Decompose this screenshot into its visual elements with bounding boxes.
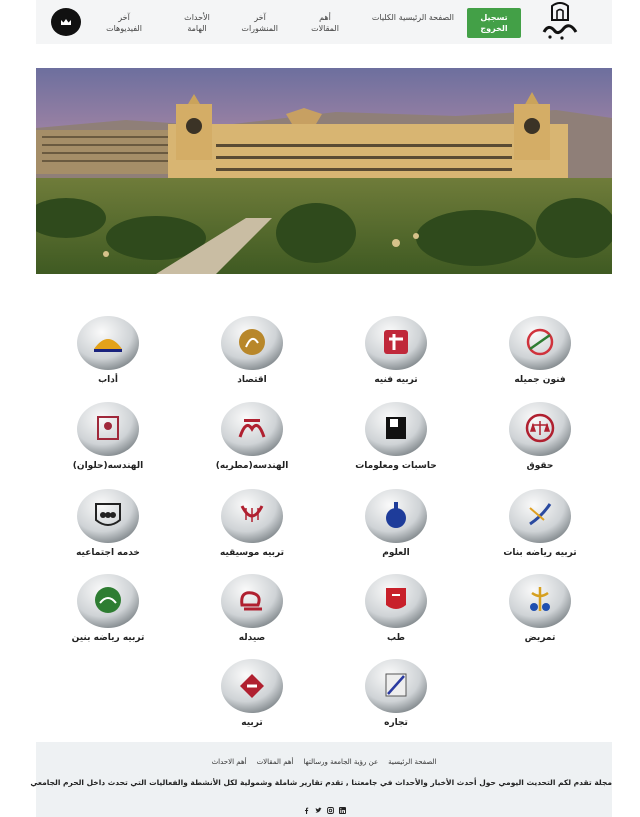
college-label: تربيه	[241, 718, 263, 728]
profile-avatar[interactable]	[51, 8, 81, 36]
college-card[interactable]: تربيه رياضه بنات	[488, 486, 592, 570]
twitter-icon[interactable]	[315, 799, 322, 813]
fine-arts-icon[interactable]	[508, 313, 572, 371]
instagram-icon[interactable]	[326, 799, 334, 814]
college-label: الهندسه(مطريه)	[215, 461, 289, 471]
footer: الصفحة الرئيسية عن رؤية الجامعة ورسالتها…	[30, 742, 612, 817]
college-label: خدمه اجتماعيه	[76, 548, 140, 558]
college-card[interactable]: صيدله	[200, 571, 304, 655]
college-label: حاسبات ومعلومات	[355, 461, 437, 471]
nav-latest-posts[interactable]: آخر المنشورات	[241, 12, 278, 34]
college-label: تربيه رياضه بنين	[71, 633, 145, 643]
college-label: تجاره	[384, 718, 408, 728]
engineering-helwan-icon[interactable]	[76, 399, 140, 457]
college-card[interactable]: تربيه رياضه بنين	[56, 571, 160, 655]
college-label: أداب	[98, 375, 118, 385]
university-logo[interactable]	[538, 2, 582, 42]
college-label: تربيه فنيه	[374, 375, 418, 385]
nav-colleges[interactable]: الكليات	[372, 12, 396, 23]
law-scales-icon[interactable]	[508, 399, 572, 457]
social-links	[36, 799, 612, 814]
college-card[interactable]: تمريض	[488, 571, 592, 655]
college-card[interactable]: فنون جميله	[488, 313, 592, 397]
commerce-icon[interactable]	[364, 656, 428, 714]
footer-link-events[interactable]: أهم الاحداث	[212, 758, 247, 766]
college-card[interactable]: اقتصاد	[200, 313, 304, 397]
medicine-icon[interactable]	[364, 571, 428, 629]
college-label: تمريض	[524, 633, 556, 643]
college-label: اقتصاد	[237, 375, 267, 385]
college-card[interactable]: تربيه موسيقيه	[200, 486, 304, 570]
campus-hero-image	[36, 68, 612, 274]
college-card[interactable]: العلوم	[344, 486, 448, 570]
college-label: طب	[386, 633, 405, 643]
nursing-icon[interactable]	[508, 571, 572, 629]
linkedin-icon[interactable]	[338, 799, 346, 814]
music-lyre-icon[interactable]	[220, 486, 284, 544]
college-card[interactable]: تربيه فنيه	[344, 313, 448, 397]
college-card[interactable]: خدمه اجتماعيه	[56, 486, 160, 570]
pharmacy-icon[interactable]	[220, 571, 284, 629]
crown-icon	[61, 19, 71, 25]
nav-home[interactable]: الصفحة الرئيسية	[399, 12, 454, 23]
nav-latest-videos[interactable]: آخر الفيديوهات	[102, 12, 146, 34]
arts-icon[interactable]	[76, 313, 140, 371]
college-card[interactable]: الهندسه(حلوان)	[56, 399, 160, 483]
education-icon[interactable]	[220, 656, 284, 714]
college-label: الهندسه(حلوان)	[72, 461, 144, 471]
college-card[interactable]: حقوق	[488, 399, 592, 483]
footer-link-home[interactable]: الصفحة الرئيسية	[388, 758, 436, 766]
college-label: تربيه موسيقيه	[220, 548, 284, 558]
college-card[interactable]: الهندسه(مطريه)	[200, 399, 304, 483]
sports-girls-icon[interactable]	[508, 486, 572, 544]
logout-button[interactable]: تسجيل الخروج	[467, 8, 521, 38]
college-card[interactable]: تجاره	[344, 656, 448, 740]
college-label: فنون جميله	[514, 375, 566, 385]
college-card[interactable]: طب	[344, 571, 448, 655]
college-label: صيدله	[238, 633, 266, 643]
college-card[interactable]: تربيه	[200, 656, 304, 740]
college-card[interactable]: حاسبات ومعلومات	[344, 399, 448, 483]
footer-links: الصفحة الرئيسية عن رؤية الجامعة ورسالتها…	[36, 758, 612, 766]
economics-icon[interactable]	[220, 313, 284, 371]
college-label: العلوم	[382, 548, 410, 558]
science-flask-icon[interactable]	[364, 486, 428, 544]
sports-boys-icon[interactable]	[76, 571, 140, 629]
footer-link-about[interactable]: عن رؤية الجامعة ورسالتها	[304, 758, 379, 766]
footer-link-articles[interactable]: أهم المقالات	[257, 758, 294, 766]
social-work-icon[interactable]	[76, 486, 140, 544]
footer-description: مجلة تقدم لكم التحديث اليومي حول أحدث ال…	[30, 778, 612, 787]
college-label: تربيه رياضه بنات	[503, 548, 577, 558]
college-label: حقوق	[526, 461, 554, 471]
facebook-icon[interactable]	[303, 799, 310, 814]
computers-icon[interactable]	[364, 399, 428, 457]
college-card[interactable]: أداب	[56, 313, 160, 397]
engineering-mataria-icon[interactable]	[220, 399, 284, 457]
nav-important-events[interactable]: الأحداث الهامة	[180, 12, 214, 34]
art-education-icon[interactable]	[364, 313, 428, 371]
nav-top-articles[interactable]: أهم المقالات	[310, 12, 340, 34]
top-navbar: تسجيل الخروج الصفحة الرئيسية الكليات أهم…	[36, 0, 612, 44]
